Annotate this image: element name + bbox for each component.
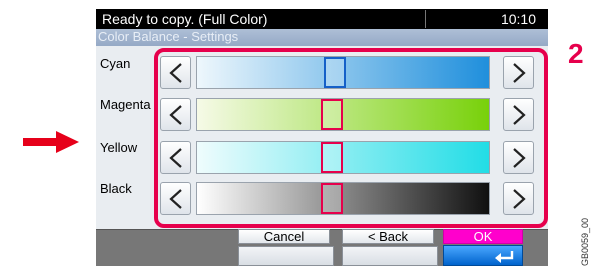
- screen-title: Color Balance - Settings: [98, 29, 239, 44]
- pointer-arrow-icon: [23, 131, 79, 153]
- ok-button[interactable]: OK: [443, 229, 523, 244]
- screen-title-bar: Color Balance - Settings: [96, 29, 548, 46]
- row-label-black: Black: [100, 181, 132, 196]
- row-label-magenta: Magenta: [100, 97, 151, 112]
- status-message: Ready to copy. (Full Color): [102, 11, 268, 27]
- cancel-button-base: [238, 246, 334, 266]
- row-label-yellow: Yellow: [100, 140, 138, 155]
- status-bar: Ready to copy. (Full Color) 10:10: [96, 9, 548, 29]
- enter-button[interactable]: [443, 245, 523, 266]
- figure-code: GB0059_00: [580, 217, 590, 266]
- clock: 10:10: [500, 11, 536, 27]
- status-divider: [425, 10, 426, 28]
- row-label-cyan: Cyan: [100, 56, 131, 71]
- footer-bar: Cancel < Back OK: [96, 229, 548, 266]
- back-button-base: [342, 246, 438, 266]
- step-number: 2: [568, 38, 584, 69]
- cancel-button[interactable]: Cancel: [238, 229, 330, 244]
- enter-icon: [495, 251, 514, 263]
- back-button[interactable]: < Back: [342, 229, 434, 244]
- highlight-frame: [154, 48, 548, 228]
